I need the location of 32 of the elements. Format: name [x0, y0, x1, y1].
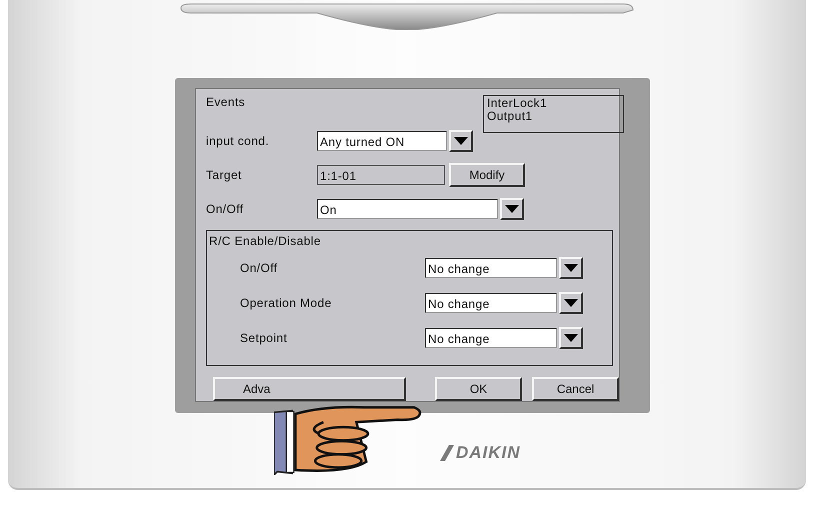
ok-button[interactable]: OK — [435, 377, 522, 401]
down-triangle-icon — [505, 205, 519, 213]
dropdown-field[interactable]: Any turned ON — [317, 131, 447, 151]
field-label: input cond. — [206, 134, 270, 148]
info-text: InterLock1 — [487, 97, 548, 110]
modify-button[interactable]: Modify — [449, 163, 525, 187]
dropdown-field[interactable]: On — [317, 199, 498, 219]
down-triangle-icon — [454, 137, 468, 145]
info-text: Output1 — [487, 110, 534, 123]
cancel-button[interactable]: Cancel — [532, 377, 619, 401]
dropdown-button[interactable] — [449, 130, 473, 152]
down-triangle-icon — [564, 334, 578, 342]
down-triangle-icon — [564, 264, 578, 272]
dropdown-button[interactable] — [559, 292, 583, 314]
dropdown-button[interactable] — [559, 327, 583, 349]
screen-title: Events — [206, 95, 246, 111]
brand-logo: DAIKIN — [456, 443, 521, 463]
logo-slash-icon — [440, 445, 454, 461]
field-label: Setpoint — [239, 331, 288, 345]
field-label: Operation Mode — [239, 296, 333, 310]
field-label: Target — [206, 168, 243, 182]
dropdown-button[interactable] — [500, 198, 524, 220]
dropdown-field[interactable]: No change — [425, 328, 557, 348]
down-triangle-icon — [564, 299, 578, 307]
dropdown-field[interactable]: No change — [425, 293, 557, 313]
field-label: On/Off — [206, 202, 245, 216]
dropdown-field[interactable]: No change — [425, 258, 557, 278]
advanced-button[interactable]: Adva — [213, 377, 406, 401]
group-title: R/C Enable/Disable — [209, 234, 321, 248]
target-field: 1:1-01 — [317, 165, 445, 185]
dropdown-button[interactable] — [559, 257, 583, 279]
field-label: On/Off — [239, 261, 279, 275]
